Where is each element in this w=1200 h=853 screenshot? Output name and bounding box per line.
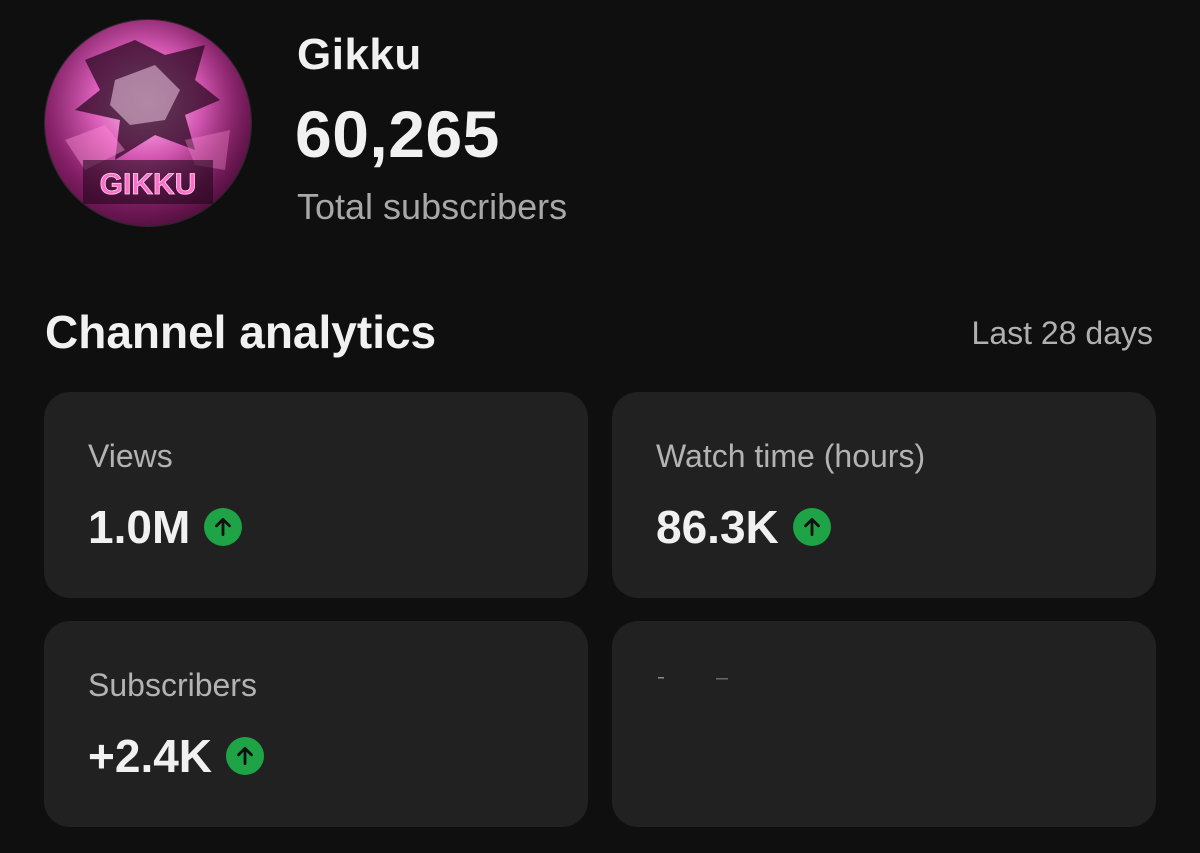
arrow-up-icon xyxy=(204,508,243,546)
metric-value-row: 86.3K xyxy=(656,500,831,554)
avatar-logo-text: GIKKU xyxy=(100,168,197,201)
metric-value-row: +2.4K xyxy=(88,729,265,783)
metric-value-row: 1.0M xyxy=(88,500,243,554)
channel-avatar[interactable]: GIKKU xyxy=(45,20,251,226)
channel-name: Gikku xyxy=(297,30,422,79)
metric-card-views[interactable]: Views 1.0M xyxy=(44,392,588,598)
section-title: Channel analytics xyxy=(45,306,437,358)
subscriber-count: 60,265 xyxy=(295,97,500,171)
avatar-artwork: GIKKU xyxy=(45,20,251,226)
arrow-up-icon xyxy=(226,737,265,775)
period-label[interactable]: Last 28 days xyxy=(972,315,1153,352)
subscriber-label: Total subscribers xyxy=(297,186,568,227)
metric-value: +2.4K xyxy=(88,730,213,782)
metric-value: 1.0M xyxy=(88,501,191,553)
metric-card-watch-time[interactable]: Watch time (hours) 86.3K xyxy=(612,392,1156,598)
placeholder-marks xyxy=(658,677,728,680)
metric-label: Views xyxy=(88,438,173,474)
metric-label: Watch time (hours) xyxy=(656,438,926,474)
analytics-page: GIKKU Gikku 60,265 Total subscribers Cha… xyxy=(0,0,1200,853)
metric-card-empty[interactable] xyxy=(612,621,1156,827)
metric-value: 86.3K xyxy=(656,501,779,553)
metric-label: Subscribers xyxy=(88,667,257,703)
metric-card-subscribers[interactable]: Subscribers +2.4K xyxy=(44,621,588,827)
arrow-up-icon xyxy=(792,508,831,546)
